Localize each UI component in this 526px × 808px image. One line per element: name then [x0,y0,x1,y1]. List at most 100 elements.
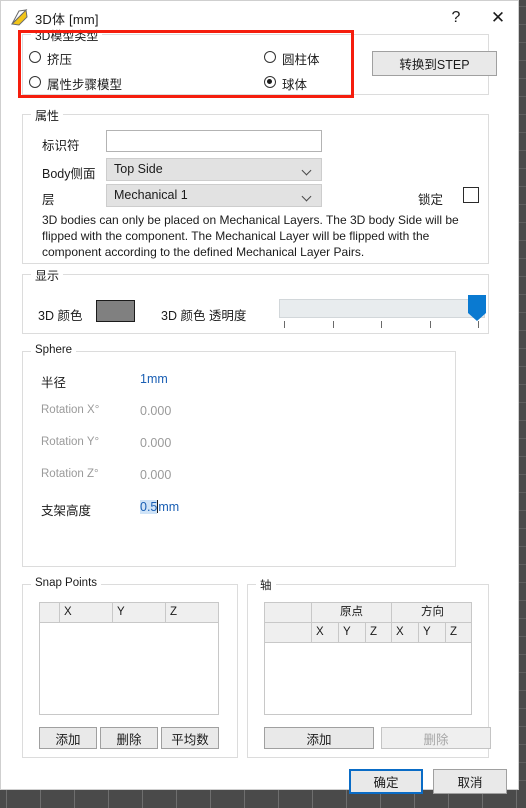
background-tick [519,42,526,43]
axis-sub-dir-x: X [392,623,419,642]
snap-points-table-header: X Y Z [40,603,218,623]
background-tick [519,528,526,529]
axis-sub-origin-x: X [312,623,339,642]
close-button[interactable]: ✕ [482,5,514,30]
sphere-standoff-height-unit: mm [158,500,180,514]
axis-col-direction: 方向 [392,603,471,622]
snap-points-add-button[interactable]: 添加 [39,727,97,749]
axis-sub-dir-y: Y [419,623,446,642]
lock-checkbox[interactable] [463,187,479,203]
identifier-input[interactable] [106,130,322,152]
model-type-group-label: 3D模型类型 [31,27,103,44]
properties-group-label: 属性 [31,107,64,124]
background-tick [519,384,526,385]
background-tick [519,78,526,79]
background-tick [312,790,313,808]
sphere-rotation-x-value[interactable]: 0.000 [140,404,171,418]
background-tick [519,60,526,61]
background-tick [6,790,7,808]
background-tick [142,790,143,808]
background-tick [519,150,526,151]
window-title: 3D体 [mm] [35,12,99,27]
opacity-slider-tick-4 [478,321,479,328]
background-tick [519,672,526,673]
display-group-label: 显示 [31,267,64,284]
background-tick [519,708,526,709]
cancel-button[interactable]: 取消 [433,769,507,794]
color-label: 3D 颜色 [38,309,83,323]
layer-label: 层 [42,193,55,207]
snap-points-table[interactable]: X Y Z [39,602,219,715]
sphere-group-label: Sphere [31,344,77,356]
snap-col-y: Y [113,603,166,622]
background-tick [519,402,526,403]
sphere-rotation-y-value[interactable]: 0.000 [140,436,171,450]
background-tick [244,790,245,808]
radio-extruded-label: 挤压 [47,53,73,67]
axis-table-body [265,643,471,714]
snap-col-z: Z [166,603,218,622]
sphere-standoff-height-label: 支架高度 [41,504,92,518]
snap-col-0 [40,603,60,622]
layer-value: Mechanical 1 [114,188,188,202]
sphere-group: Sphere [22,344,456,567]
background-tick [519,204,526,205]
background-tick [516,790,517,808]
background-tick [519,258,526,259]
radio-sphere-dot [264,76,276,88]
background-tick [519,690,526,691]
background-tick [278,790,279,808]
body-side-label: Body侧面 [42,167,96,181]
axis-table-header-sub: X Y Z X Y Z [265,623,471,643]
background-tick [519,276,526,277]
axis-col-blank [265,603,312,622]
body-side-value: Top Side [114,162,163,176]
color-swatch[interactable] [96,300,135,322]
background-tick [519,654,526,655]
background-tick [519,744,526,745]
radio-extruded-dot [29,51,41,63]
axis-delete-button: 删除 [381,727,491,749]
radio-sphere-label: 球体 [282,78,308,92]
chevron-down-icon [303,193,312,202]
sphere-rotation-z-label: Rotation Z° [41,468,99,480]
opacity-slider-handle[interactable] [468,295,486,321]
background-tick [210,790,211,808]
axis-add-button[interactable]: 添加 [264,727,374,749]
background-tick [519,456,526,457]
background-tick [519,618,526,619]
background-tick [519,546,526,547]
sphere-standoff-height-value[interactable]: 0.5mm [140,500,179,514]
sphere-rotation-z-value[interactable]: 0.000 [140,468,171,482]
background-tick [519,6,526,7]
background-tick [519,132,526,133]
background-tick [40,790,41,808]
axis-sub-origin-z: Z [366,623,392,642]
radio-cylinder-label: 圆柱体 [282,53,320,67]
background-tick [176,790,177,808]
background-tick [519,762,526,763]
background-tick [519,348,526,349]
body-side-combobox[interactable]: Top Side [106,158,322,181]
opacity-slider-track[interactable] [279,299,485,318]
background-tick [519,114,526,115]
convert-to-step-button[interactable]: 转换到STEP [372,51,497,76]
ok-button[interactable]: 确定 [349,769,423,794]
opacity-label: 3D 颜色 透明度 [161,309,247,323]
sphere-radius-value[interactable]: 1mm [140,372,168,386]
background-tick [519,186,526,187]
background-tick [519,420,526,421]
snap-points-group-label: Snap Points [31,577,102,589]
snap-points-average-button[interactable]: 平均数 [161,727,219,749]
background-tick [519,222,526,223]
sphere-rotation-x-label: Rotation X° [41,404,100,416]
snap-points-delete-button[interactable]: 删除 [100,727,158,749]
axis-group-label: 轴 [256,577,276,593]
background-tick [519,96,526,97]
layer-combobox[interactable]: Mechanical 1 [106,184,322,207]
background-tick [519,366,526,367]
axis-table[interactable]: 原点 方向 X Y Z X Y Z [264,602,472,715]
background-tick [519,780,526,781]
background-tick [519,564,526,565]
help-button[interactable]: ? [441,5,471,30]
